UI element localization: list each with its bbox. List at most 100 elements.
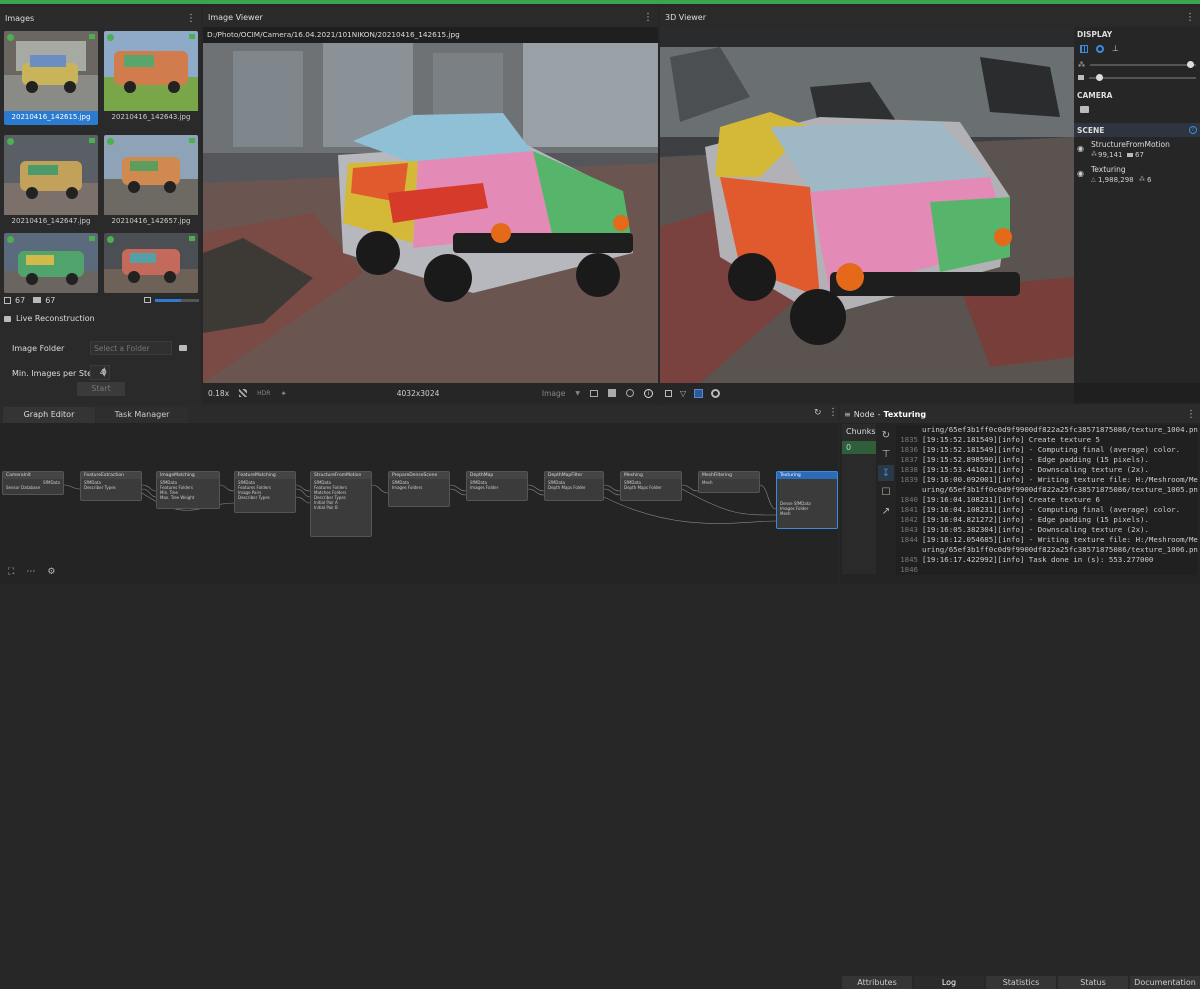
thumbnail-3[interactable]: 20210416_142647.jpg xyxy=(4,135,98,229)
color-picker-icon[interactable]: ✦ xyxy=(280,389,286,398)
tab-statistics[interactable]: Statistics xyxy=(986,976,1056,989)
chunk-item[interactable]: 0 xyxy=(842,441,876,454)
graph-node-featurematching[interactable]: FeatureMatching SfMData Features Folders I… xyxy=(234,471,296,513)
log-line-text: [19:16:00.092001][info] - Writing textur… xyxy=(922,475,1198,484)
thumbnail-size-icon xyxy=(144,297,151,303)
images-footer: 67 67 xyxy=(4,294,199,306)
target-icon[interactable] xyxy=(1096,45,1104,53)
thumbnail-6[interactable] xyxy=(104,233,198,293)
graph-settings-icon[interactable]: ⚙ xyxy=(47,567,55,577)
graph-node-featureextraction[interactable]: FeatureExtraction SfMData Describer Types xyxy=(80,471,142,501)
settings-icon[interactable] xyxy=(711,388,721,398)
node-title: Texturing xyxy=(777,472,837,479)
viewer-3d-header: 3D Viewer ⋮ xyxy=(660,7,1200,27)
slider-handle[interactable] xyxy=(1186,61,1194,68)
node-port: Describer Types xyxy=(84,485,116,490)
image-folder-input[interactable] xyxy=(90,341,172,355)
thumbnail-size-slider[interactable] xyxy=(155,298,199,302)
graph-node-meshfiltering[interactable]: MeshFiltering Mesh xyxy=(698,471,760,493)
display-mode-select[interactable]: Image xyxy=(542,389,566,398)
zoom-level[interactable]: 0.18x xyxy=(208,389,229,398)
graph-node-depthmapfilter[interactable]: DepthMapFilter SfMData Depth Maps Folder xyxy=(544,471,604,501)
image-viewer-menu-icon[interactable]: ⋮ xyxy=(643,12,653,23)
grid-icon[interactable] xyxy=(1080,45,1088,53)
node-panel-menu-icon[interactable]: ⋮ xyxy=(1186,409,1196,420)
graph-node-camerainit[interactable]: CameraInit SfMData Sensor Database xyxy=(2,471,64,495)
camera-count-icon xyxy=(33,297,42,303)
tab-status[interactable]: Status xyxy=(1058,976,1128,989)
camera-status-icon xyxy=(89,138,95,143)
scene-item-sfm[interactable]: ◉ StructureFromMotion ⁂ 99,141 67 xyxy=(1077,139,1197,163)
scene-item-stat1: 99,141 xyxy=(1098,151,1123,159)
metadata-icon[interactable] xyxy=(590,389,598,397)
camera-scale-slider[interactable] xyxy=(1089,73,1196,81)
min-images-spinbox[interactable]: 4 xyxy=(90,365,110,380)
hdr-label[interactable]: HDR xyxy=(257,390,270,397)
viewer-3d-menu-icon[interactable]: ⋮ xyxy=(1185,12,1195,23)
thumbnail-1[interactable]: 20210416_142615.jpg xyxy=(4,31,98,125)
triangle-icon[interactable]: ▽ xyxy=(680,389,686,398)
graph-node-structurefrommotion[interactable]: StructureFromMotion SfMData Features Fold… xyxy=(310,471,372,537)
copy-icon[interactable]: ☐ xyxy=(878,484,894,500)
graph-node-meshing[interactable]: Meshing SfMData Depth Maps Folder xyxy=(620,471,682,501)
fit-view-icon[interactable]: ⛶ xyxy=(8,567,14,577)
checker-icon[interactable] xyxy=(239,389,248,397)
thumbnail-4[interactable]: 20210416_142657.jpg xyxy=(104,135,198,229)
camera-reset-icon[interactable] xyxy=(1080,106,1089,113)
camera-count-icon xyxy=(1127,153,1133,157)
visibility-eye-icon[interactable]: ◉ xyxy=(1077,169,1084,178)
scene-info-icon[interactable]: i xyxy=(1189,126,1197,134)
viewer-image[interactable] xyxy=(203,43,658,383)
log-line: 1838 [19:15:53.441621][info] - Downscalin… xyxy=(896,465,1198,475)
folder-icon[interactable] xyxy=(179,345,187,351)
point-size-slider[interactable] xyxy=(1090,61,1196,68)
top-accent-bar xyxy=(0,0,1200,4)
globe-icon[interactable] xyxy=(626,389,634,397)
texture-count-icon: ⁂ xyxy=(1139,176,1145,183)
wireframe-icon[interactable] xyxy=(694,388,704,398)
graph-node-depthmap[interactable]: DepthMap SfMData Images Folder xyxy=(466,471,528,501)
tab-attributes[interactable]: Attributes xyxy=(842,976,912,989)
axis-icon[interactable]: ⊥ xyxy=(1112,45,1119,53)
graph-node-texturing[interactable]: Texturing Dense SfMData Images Folder Mesh xyxy=(776,471,838,529)
chevron-down-icon[interactable]: ▼ xyxy=(575,390,580,397)
reload-log-icon[interactable]: ↻ xyxy=(878,427,894,443)
tab-documentation[interactable]: Documentation xyxy=(1130,976,1200,989)
thumbnail-image xyxy=(104,135,198,215)
info-icon[interactable]: i xyxy=(644,388,653,398)
spinbox-arrows-icon[interactable]: ▲ ▼ xyxy=(102,367,107,378)
tab-log[interactable]: Log xyxy=(914,976,984,989)
scene-item-texturing[interactable]: ◉ Texturing △ 1,988,298 ⁂ 6 xyxy=(1077,164,1197,188)
open-external-icon[interactable]: ↗ xyxy=(878,503,894,519)
square-icon[interactable] xyxy=(665,389,672,397)
thumbnail-2[interactable]: 20210416_142643.jpg xyxy=(104,31,198,125)
filter-icon[interactable]: ⊤ xyxy=(878,446,894,462)
scene-item-name: StructureFromMotion xyxy=(1091,140,1170,149)
log-line: 1845 [19:16:17.422992][info] Task done in… xyxy=(896,555,1198,565)
autoscroll-icon[interactable]: ↧ xyxy=(878,465,894,481)
log-line: 1837 [19:15:52.898590][info] - Edge paddi… xyxy=(896,455,1198,465)
viewer-3d-title: 3D Viewer xyxy=(665,12,706,22)
graph-node-imagematching[interactable]: ImageMatching SfMData Features Folders Min… xyxy=(156,471,220,509)
more-icon[interactable]: ⋯ xyxy=(26,567,35,577)
start-button[interactable]: Start xyxy=(77,382,125,396)
visibility-eye-icon[interactable]: ◉ xyxy=(1077,144,1084,153)
images-menu-icon[interactable]: ⋮ xyxy=(186,13,196,24)
node-title: StructureFromMotion xyxy=(311,472,371,479)
histogram-icon[interactable] xyxy=(608,389,616,397)
log-line: uring/65ef3b1ff0c0d9f9900df822a25fc38571… xyxy=(896,425,1198,435)
graph-node-preparedensescene[interactable]: PrepareDenseScene SfMData Images Folders xyxy=(388,471,450,507)
live-reconstruction-header[interactable]: Live Reconstruction xyxy=(4,314,95,323)
node-panel: ≡ Node - Texturing ⋮ Chunks 0 ↻ ⊤ ↧ ☐ ↗ … xyxy=(840,405,1200,989)
node-panel-header: ≡ Node - Texturing ⋮ xyxy=(840,405,1200,423)
graph-footer: ⛶ ⋯ ⚙ xyxy=(8,567,55,577)
viewer-3d: 3D Viewer ⋮ ▽ DISPLAY ⊥ ⁂ CAMERA SCENE i… xyxy=(660,7,1200,403)
slider-handle[interactable] xyxy=(1095,73,1103,81)
camera-scale-icon xyxy=(1078,75,1084,80)
thumbnail-5[interactable] xyxy=(4,233,98,293)
thumbnail-image xyxy=(4,31,98,111)
3d-scene-canvas[interactable] xyxy=(660,27,1074,383)
image-viewer-toolbar: 0.18x HDR ✦ 4032x3024 Image ▼ i xyxy=(203,383,658,403)
log-line-text: [19:16:04.108231][info] - Computing fina… xyxy=(922,505,1181,514)
log-view[interactable]: uring/65ef3b1ff0c0d9f9900df822a25fc38571… xyxy=(896,425,1198,575)
